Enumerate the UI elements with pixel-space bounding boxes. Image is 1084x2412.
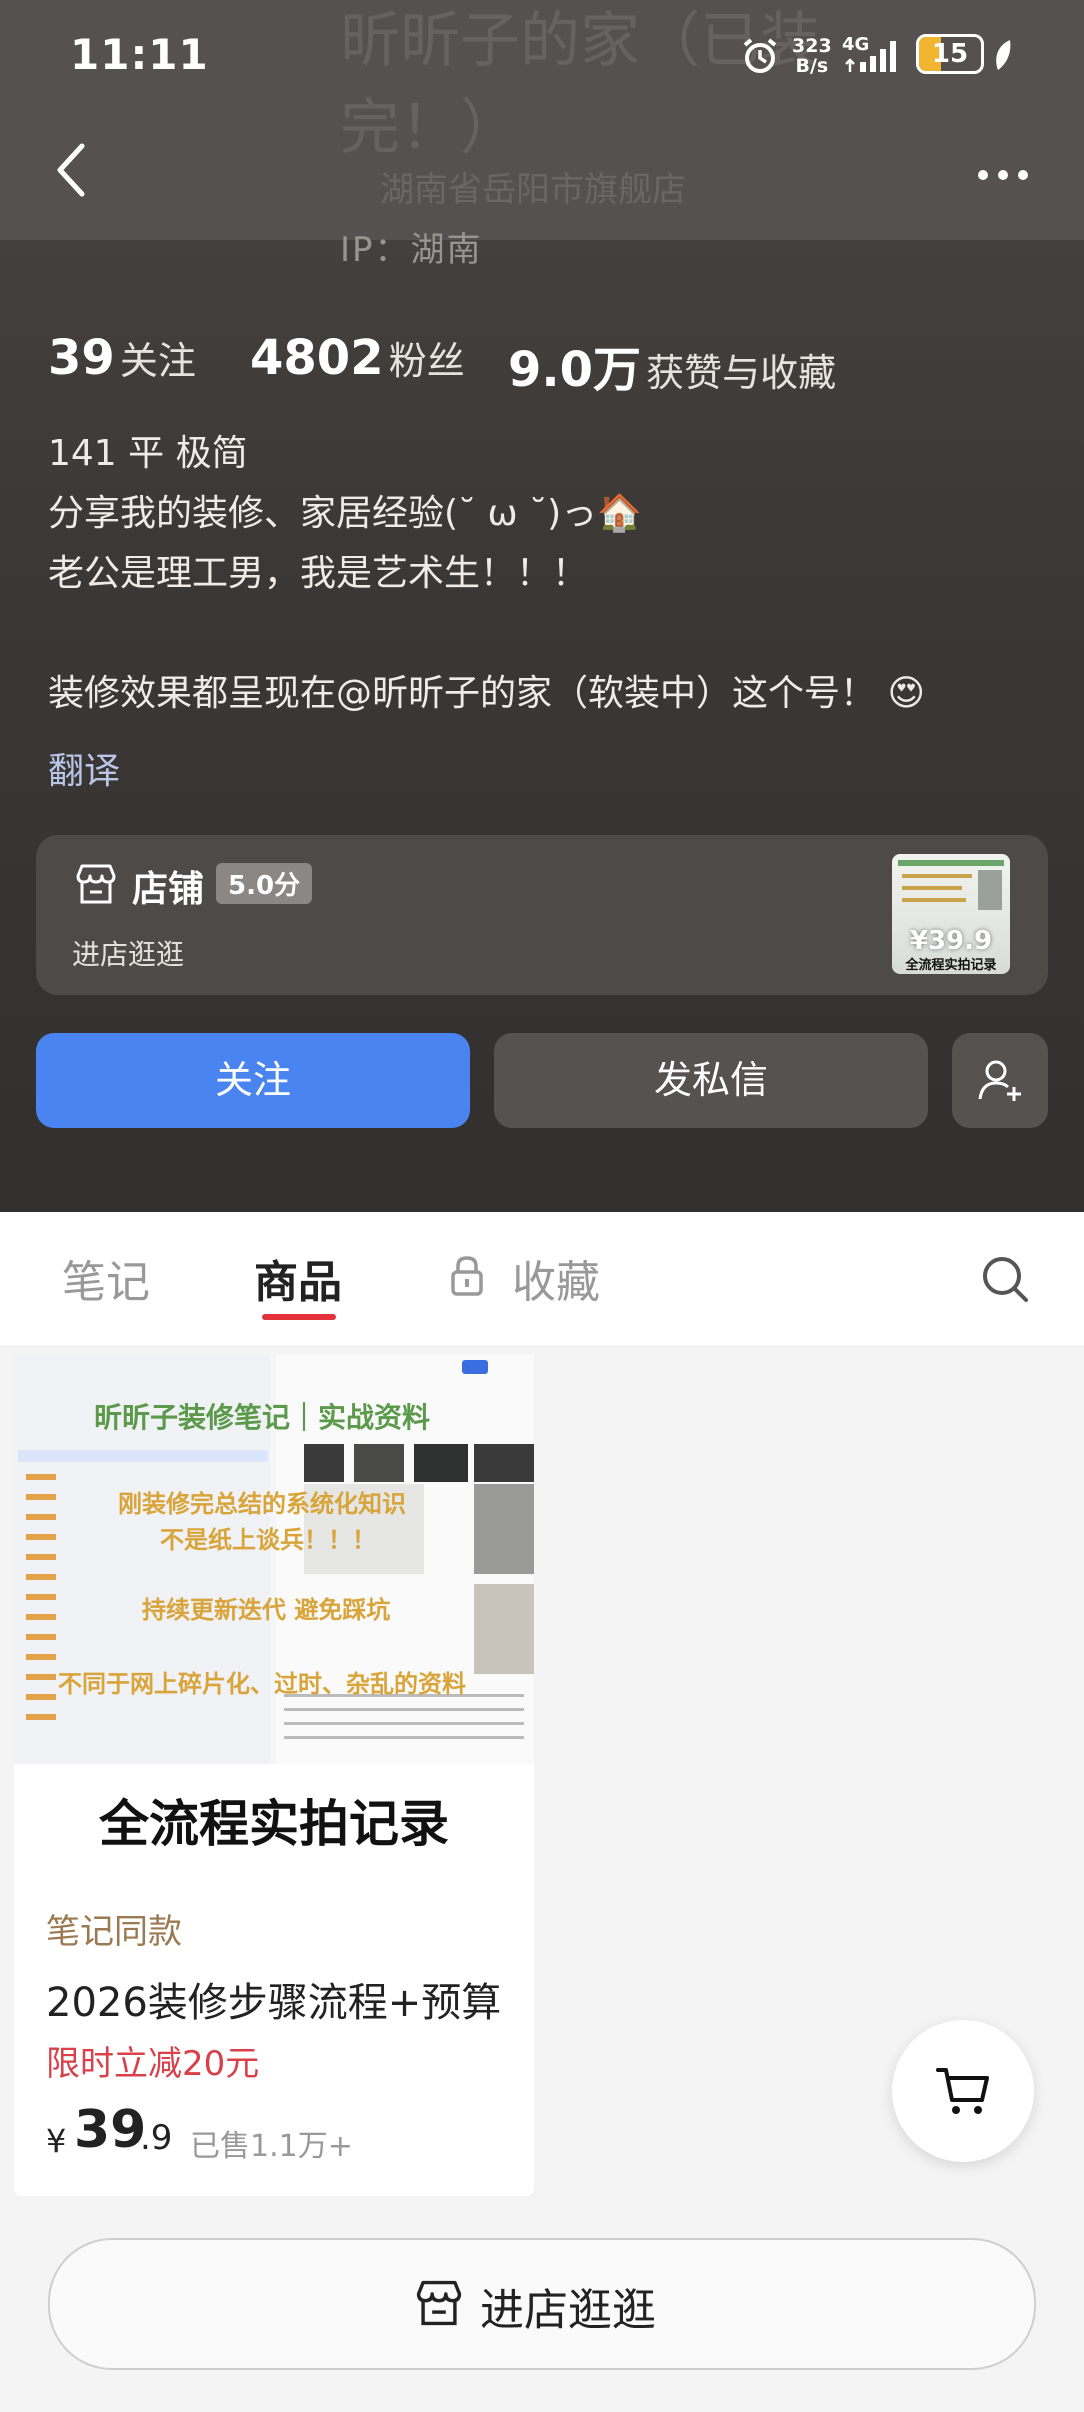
- promo-discount: 限时立减20元: [46, 2044, 260, 2084]
- stat-followers-value: 4802: [250, 330, 384, 386]
- search-icon[interactable]: [980, 1254, 1030, 1304]
- same-as-note-tag: 笔记同款: [46, 1912, 182, 1952]
- lock-icon: [451, 1256, 483, 1296]
- faded-profile-name: 昕昕子的家（已装 完！）: [340, 6, 820, 163]
- active-tab-indicator: [262, 1314, 336, 1320]
- tab-notes[interactable]: 笔记: [62, 1246, 150, 1310]
- thumbnail-price: ¥39.9: [909, 926, 993, 956]
- ip-location: IP：湖南: [340, 230, 483, 270]
- battery-icon: 15: [916, 34, 984, 74]
- stat-following-value: 39: [48, 330, 115, 386]
- faded-profile-subtitle: 湖南省岳阳市旗舰店: [380, 170, 686, 210]
- product-image-text: 不同于网上碎片化、过时、杂乱的资料: [58, 1670, 466, 1698]
- product-image-text: 刚装修完总结的系统化知识: [118, 1490, 406, 1518]
- tab-collections[interactable]: 收藏: [512, 1246, 600, 1310]
- back-arrow-icon[interactable]: [50, 140, 90, 200]
- store-product-thumbnail[interactable]: ¥39.9 全流程实拍记录: [892, 854, 1010, 974]
- stat-likes-collects[interactable]: 9.0万 获赞与收藏: [508, 330, 836, 400]
- bio-line: 分享我的装修、家居经验(˘ ω ˘)っ🏠: [48, 493, 642, 534]
- bio-line: 141 平 极简: [48, 433, 248, 474]
- store-enter-text: 进店逛逛: [72, 938, 185, 971]
- price-integer: 39: [74, 2100, 147, 2160]
- charging-leaf-icon: [996, 40, 1011, 70]
- shopping-cart-icon: [936, 2068, 989, 2114]
- status-time: 11:11: [70, 30, 209, 79]
- store-label: 店铺: [132, 869, 205, 910]
- product-image-text: 不是纸上谈兵！！！: [160, 1526, 376, 1554]
- stat-following-label: 关注: [119, 339, 196, 383]
- thumbnail-caption: 全流程实拍记录: [905, 958, 997, 973]
- bio-line-mention[interactable]: 装修效果都呈现在@昕昕子的家（软装中）这个号！ 😍: [48, 664, 925, 716]
- product-banner: 全流程实拍记录: [99, 1795, 449, 1853]
- price-decimal: .9: [140, 2118, 173, 2158]
- more-options-icon[interactable]: [975, 165, 1031, 185]
- stat-followers-label: 粉丝: [388, 339, 465, 383]
- stat-followers[interactable]: 4802 粉丝: [250, 330, 465, 386]
- add-user-icon: [978, 1060, 1021, 1101]
- enter-store-label: 进店逛逛: [480, 2285, 656, 2336]
- translate-link[interactable]: 翻译: [48, 742, 120, 794]
- stat-likes-label: 获赞与收藏: [646, 351, 837, 395]
- stat-following[interactable]: 39 关注: [48, 330, 196, 386]
- store-icon: [416, 2280, 462, 2326]
- battery-level: 15: [931, 39, 969, 69]
- send-message-button[interactable]: 发私信: [494, 1033, 928, 1128]
- cart-button[interactable]: [892, 2020, 1034, 2162]
- bio-line: 老公是理工男，我是艺术生！！！: [48, 553, 589, 594]
- network-speed: 323 B/s: [792, 35, 832, 77]
- store-icon: [76, 864, 116, 904]
- tab-products[interactable]: 商品: [254, 1246, 342, 1310]
- signal-icon: [845, 41, 896, 72]
- product-image[interactable]: 昕昕子装修笔记｜实战资料 刚装修完总结的系统化知识 不是纸上谈兵！！！ 持续更新…: [14, 1354, 534, 1764]
- follow-button[interactable]: 关注: [36, 1033, 470, 1128]
- sold-count: 已售1.1万+: [190, 2129, 353, 2164]
- add-friend-button[interactable]: [952, 1033, 1048, 1128]
- price-currency: ¥: [46, 2122, 67, 2160]
- stat-likes-value: 9.0万: [508, 342, 642, 398]
- product-image-text: 持续更新迭代 避免踩坑: [142, 1596, 391, 1624]
- store-rating-badge: 5.0分: [216, 863, 313, 904]
- alarm-icon: [743, 38, 777, 73]
- product-title[interactable]: 2026装修步骤流程+预算: [46, 1970, 501, 2028]
- product-image-title: 昕昕子装修笔记｜实战资料: [94, 1401, 431, 1434]
